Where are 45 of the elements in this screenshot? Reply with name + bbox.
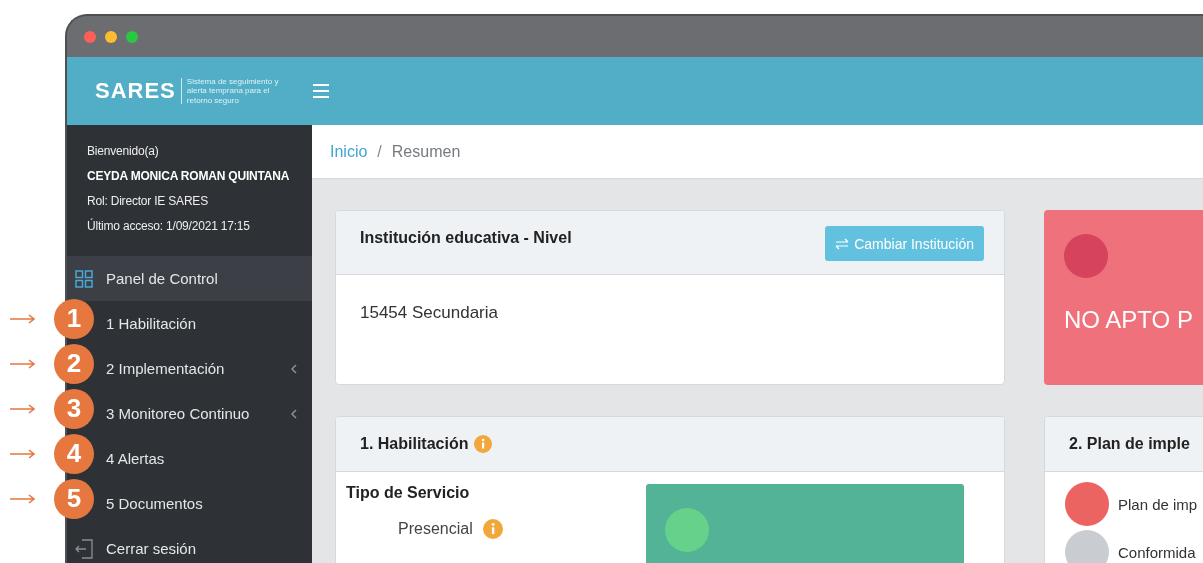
grid-icon: [75, 269, 93, 288]
status-text: NO APTO P: [1064, 306, 1194, 334]
arrow-icon: [10, 358, 36, 369]
close-dot-icon[interactable]: [84, 30, 96, 43]
card-title: 1. Habilitación: [360, 435, 469, 453]
step-number: 3: [54, 388, 94, 429]
institution-value: 15454 Secundaria: [359, 302, 499, 324]
step-number: 4: [54, 433, 94, 474]
logo-text: SARES: [95, 78, 182, 104]
legend-label: Plan de imp: [1118, 495, 1198, 513]
sidebar-item[interactable]: Cerrar sesión: [106, 526, 298, 563]
swap-icon: [835, 237, 850, 250]
step-number: 5: [54, 478, 94, 519]
logout-icon: [75, 538, 93, 559]
card-title: Institución educativa - Nivel: [360, 229, 572, 247]
logo-tagline: Sistema de seguimiento y alerta temprana para el retorno seguro: [186, 77, 280, 105]
sidebar-item[interactable]: 4 Alertas: [106, 436, 298, 481]
arrow-icon: [10, 493, 36, 504]
step-number: 2: [54, 343, 94, 384]
info-icon[interactable]: [474, 435, 493, 453]
step-number: 1: [54, 298, 94, 339]
service-type-text: Presencial: [398, 520, 473, 538]
sidebar-item[interactable]: 3 Monitoreo Continuo: [106, 391, 298, 436]
status-dot-icon: [1064, 234, 1108, 278]
arrow-icon: [10, 448, 36, 459]
user-name: CEYDA MONICA ROMAN QUINTANA: [87, 168, 291, 185]
legend-label: Conformida: [1118, 543, 1196, 561]
sidebar-item[interactable]: 5 Documentos: [106, 481, 298, 526]
arrow-icon: [10, 403, 36, 414]
info-icon[interactable]: [482, 519, 503, 539]
last-access-text: Último acceso: 1/09/2021 17:15: [87, 217, 251, 235]
breadcrumb-item: Resumen: [391, 142, 461, 161]
sidebar-item[interactable]: 1 Habilitación: [106, 301, 298, 346]
minimize-dot-icon[interactable]: [105, 30, 117, 43]
arrow-icon: [10, 313, 36, 324]
breadcrumb-separator: /: [377, 142, 382, 161]
greeting-text: Bienvenido(a): [87, 143, 160, 160]
sidebar-item[interactable]: 2 Implementación: [106, 346, 298, 391]
maximize-dot-icon[interactable]: [126, 30, 138, 43]
sidebar-item[interactable]: Panel de Control: [67, 256, 312, 301]
status-dot-icon: [665, 508, 709, 552]
card-title: 2. Plan de imple: [1069, 435, 1190, 453]
user-role: Rol: Director IE SARES: [87, 193, 209, 210]
section-label: Tipo de Servicio: [346, 484, 471, 502]
menu-icon[interactable]: [312, 83, 330, 99]
